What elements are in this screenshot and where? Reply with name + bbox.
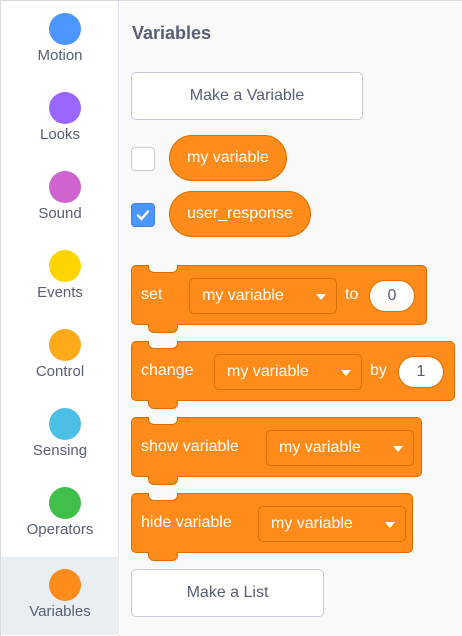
category-sidebar: Motion Looks Sound Events Control Sensin… bbox=[1, 1, 119, 636]
variable-dropdown[interactable]: my variable bbox=[258, 506, 406, 542]
dropdown-value: my variable bbox=[271, 515, 353, 532]
block-label: hide variable bbox=[141, 514, 232, 531]
set-variable-block[interactable]: set my variable to 0 bbox=[131, 265, 427, 333]
value-input[interactable]: 0 bbox=[369, 280, 415, 312]
variables-color-dot-icon bbox=[49, 569, 81, 601]
checkmark-icon bbox=[136, 210, 150, 221]
sound-color-dot-icon bbox=[49, 171, 81, 203]
hide-variable-block[interactable]: hide variable my variable bbox=[131, 493, 413, 561]
palette-section-title: Variables bbox=[132, 23, 212, 43]
category-label: Operators bbox=[26, 521, 94, 538]
category-label: Sensing bbox=[32, 442, 88, 459]
block-tab bbox=[148, 324, 178, 333]
category-operators[interactable]: Operators bbox=[1, 475, 119, 553]
category-events[interactable]: Events bbox=[1, 238, 119, 316]
dropdown-value: my variable bbox=[279, 439, 361, 456]
scratch-block-palette: Motion Looks Sound Events Control Sensin… bbox=[0, 0, 462, 636]
variable-monitor-checkbox[interactable] bbox=[131, 147, 155, 171]
variable-reporter-block[interactable]: my variable bbox=[169, 135, 287, 181]
dropdown-caret-icon bbox=[341, 370, 351, 376]
category-motion[interactable]: Motion bbox=[1, 1, 119, 79]
category-label: Control bbox=[35, 363, 85, 380]
dropdown-caret-icon bbox=[393, 446, 403, 452]
category-sensing[interactable]: Sensing bbox=[1, 396, 119, 474]
sensing-color-dot-icon bbox=[49, 408, 81, 440]
category-looks[interactable]: Looks bbox=[1, 80, 119, 158]
variable-dropdown[interactable]: my variable bbox=[189, 278, 337, 314]
variable-reporter-block[interactable]: user_response bbox=[169, 191, 311, 237]
dropdown-caret-icon bbox=[316, 294, 326, 300]
variable-dropdown[interactable]: my variable bbox=[214, 354, 362, 390]
block-label: show variable bbox=[141, 438, 239, 455]
category-label: Motion bbox=[37, 47, 83, 64]
category-sound[interactable]: Sound bbox=[1, 159, 119, 237]
category-label: Looks bbox=[39, 126, 81, 143]
category-label: Sound bbox=[38, 205, 82, 222]
variable-monitor-checkbox-checked[interactable] bbox=[131, 203, 155, 227]
operators-color-dot-icon bbox=[49, 487, 81, 519]
control-color-dot-icon bbox=[49, 329, 81, 361]
make-variable-button[interactable]: Make a Variable bbox=[131, 72, 363, 120]
category-label: Events bbox=[37, 284, 83, 301]
change-variable-block[interactable]: change my variable by 1 bbox=[131, 341, 455, 409]
category-control[interactable]: Control bbox=[1, 317, 119, 395]
show-variable-block[interactable]: show variable my variable bbox=[131, 417, 422, 485]
variable-dropdown[interactable]: my variable bbox=[266, 430, 414, 466]
dropdown-value: my variable bbox=[202, 287, 284, 304]
block-tab bbox=[148, 476, 178, 485]
category-variables[interactable]: Variables bbox=[1, 557, 119, 635]
block-connector-text: to bbox=[345, 286, 359, 303]
block-label: change bbox=[141, 362, 194, 379]
block-connector-text: by bbox=[370, 362, 387, 379]
category-label: Variables bbox=[29, 603, 91, 620]
dropdown-caret-icon bbox=[385, 522, 395, 528]
dropdown-value: my variable bbox=[227, 363, 309, 380]
value-input[interactable]: 1 bbox=[398, 356, 444, 388]
motion-color-dot-icon bbox=[49, 13, 81, 45]
block-tab bbox=[148, 400, 178, 409]
block-label: set bbox=[141, 286, 163, 303]
events-color-dot-icon bbox=[49, 250, 81, 282]
block-tab bbox=[148, 552, 178, 561]
block-palette: Variables Make a Variable my variable us… bbox=[120, 1, 462, 636]
make-list-button[interactable]: Make a List bbox=[131, 569, 324, 617]
looks-color-dot-icon bbox=[49, 92, 81, 124]
